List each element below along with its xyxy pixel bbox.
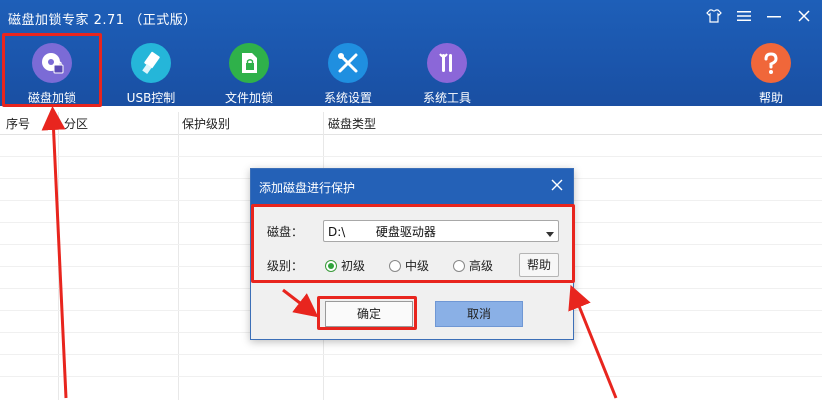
arrow-to-ok-button bbox=[282, 288, 319, 318]
arrow-to-dialog-fields bbox=[568, 284, 618, 399]
arrow-to-disk-lock bbox=[41, 106, 68, 399]
annotation-arrows bbox=[41, 106, 618, 399]
